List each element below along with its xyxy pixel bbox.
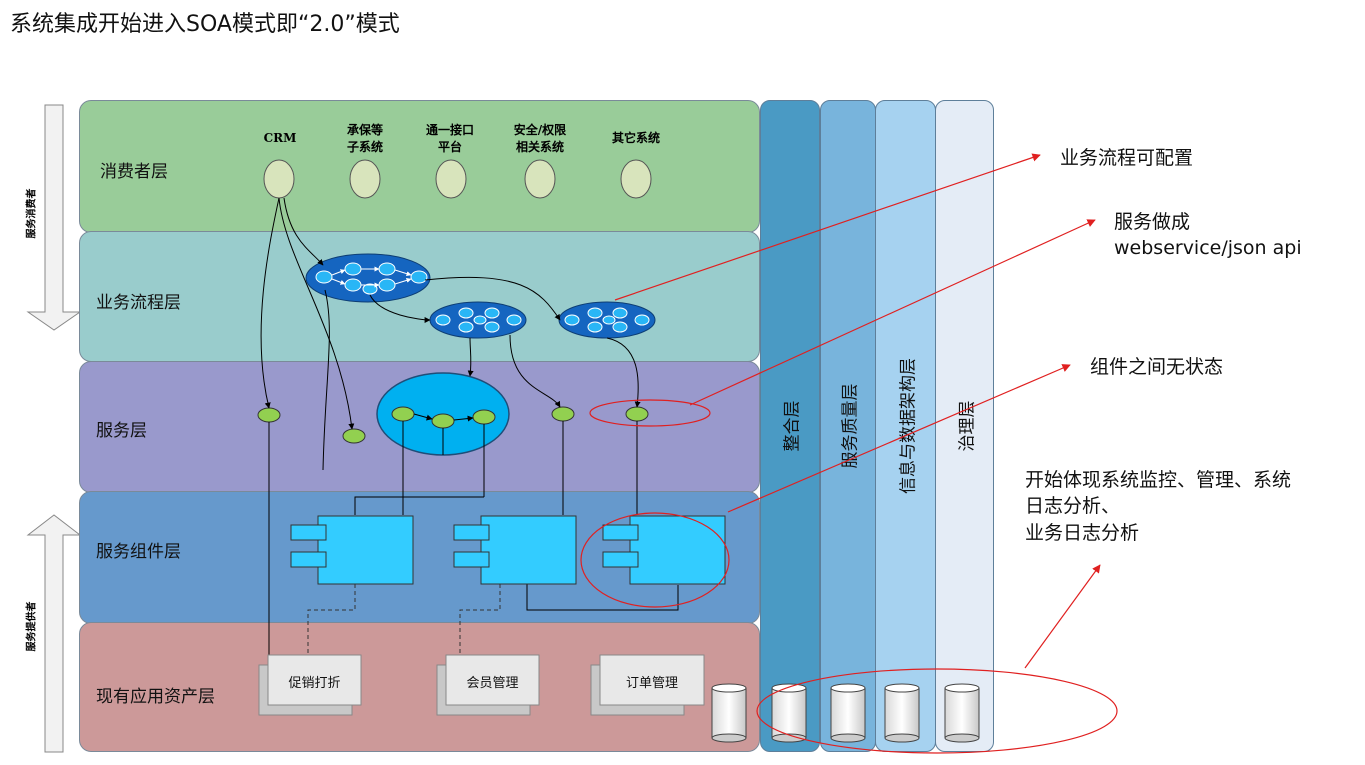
- interface-node: [435, 159, 467, 199]
- process-flow-2: [429, 301, 527, 339]
- db-asset: [711, 683, 747, 743]
- note-monitor-line3: 业务日志分析: [1025, 522, 1140, 544]
- process-flow-1: [305, 253, 431, 303]
- db-governance: [944, 683, 980, 743]
- underwriting-node: [349, 159, 381, 199]
- diagram-graphics: [257, 153, 1118, 754]
- db-quality: [830, 683, 866, 743]
- db-data: [884, 683, 920, 743]
- security-node: [524, 159, 556, 199]
- process-flow-3: [558, 301, 656, 339]
- note-stateless: 组件之间无状态: [1090, 356, 1224, 378]
- component-2: [453, 515, 577, 585]
- note-api-line2: webservice/json api: [1114, 237, 1302, 259]
- asset-order-label: 订单管理: [625, 676, 678, 691]
- consumer-nodes: [263, 159, 652, 199]
- note-monitor-line1: 开始体现系统监控、管理、系统: [1025, 469, 1292, 491]
- crm-node: [263, 159, 295, 199]
- db-integration: [771, 683, 807, 743]
- note-monitor-line2: 日志分析、: [1025, 495, 1121, 517]
- note-configurable: 业务流程可配置: [1060, 147, 1194, 169]
- asset-promo-label: 促销打折: [288, 676, 341, 691]
- other-node: [620, 159, 652, 199]
- component-1: [290, 515, 414, 585]
- asset-member-label: 会员管理: [466, 676, 519, 691]
- note-api-line1: 服务做成: [1114, 211, 1191, 233]
- database-cylinders: [711, 683, 980, 743]
